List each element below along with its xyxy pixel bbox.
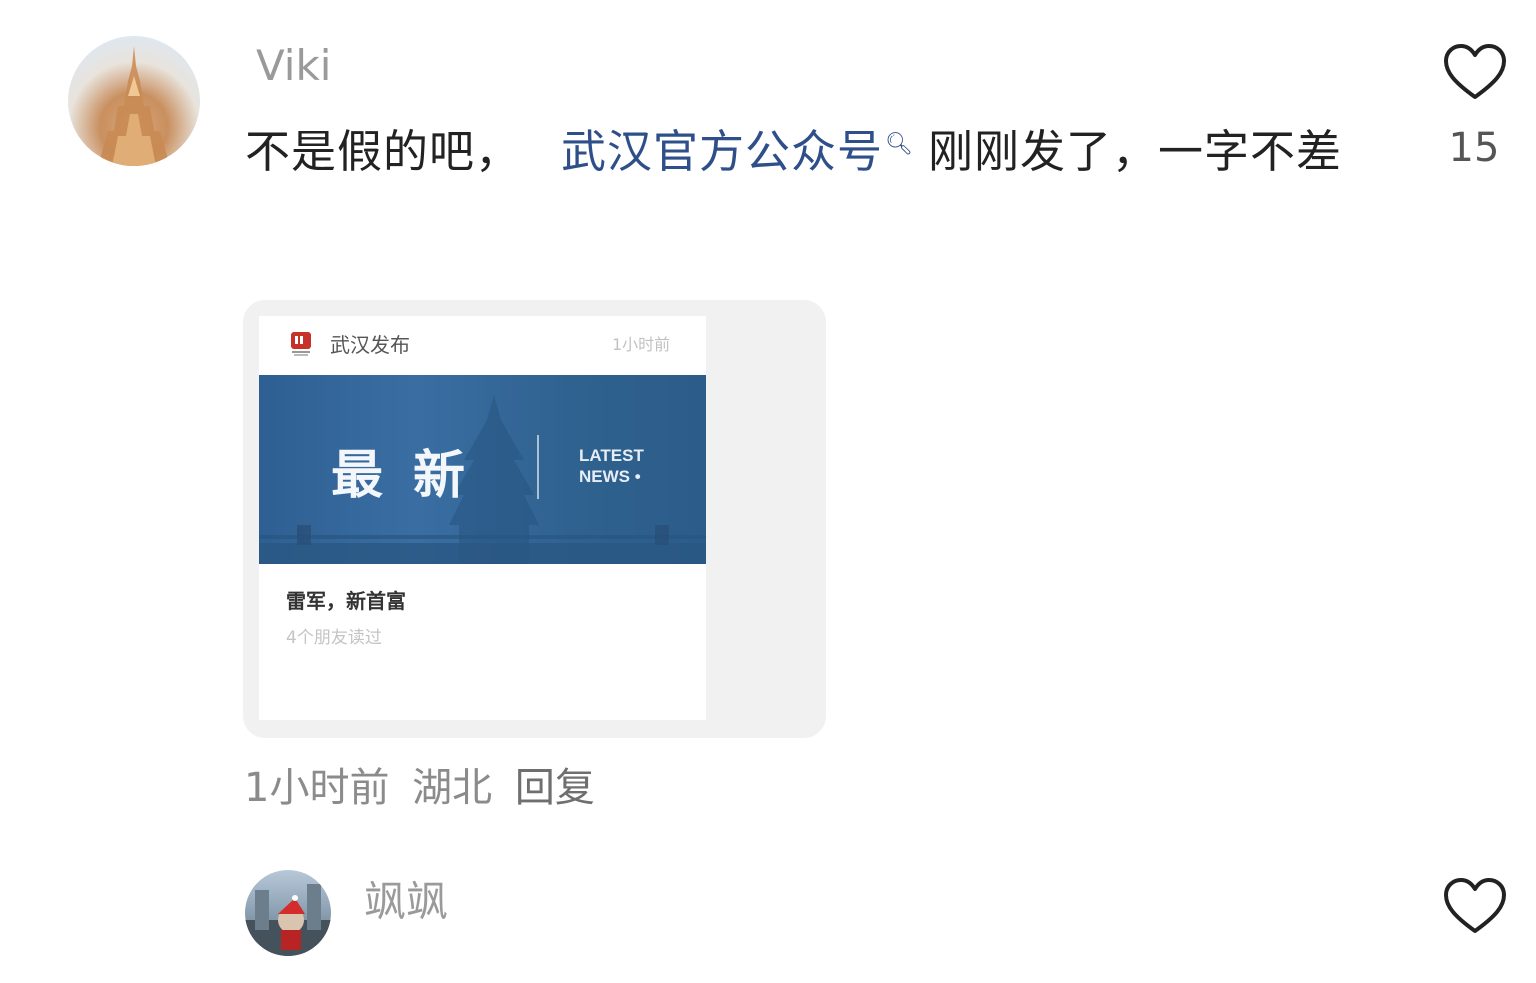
reply-button[interactable]: 回复 bbox=[515, 765, 595, 811]
avatar[interactable] bbox=[68, 36, 200, 166]
username[interactable]: 飒飒 bbox=[364, 878, 448, 926]
official-account-link[interactable]: 武汉官方公众号 bbox=[561, 125, 883, 178]
comment-location: 湖北 bbox=[412, 765, 493, 811]
castle-icon bbox=[98, 46, 170, 166]
like-button[interactable] bbox=[1442, 42, 1508, 106]
banner-title-cn: 最新 bbox=[331, 445, 496, 506]
like-count: 15 bbox=[1448, 125, 1500, 171]
comment-text-part: 不是假的吧， bbox=[245, 125, 522, 178]
banner-en-line: NEWS • bbox=[579, 467, 641, 486]
like-button[interactable] bbox=[1442, 876, 1508, 940]
comment-meta: 1小时前 湖北 回复 bbox=[244, 765, 595, 811]
card-time: 1小时前 bbox=[612, 335, 671, 354]
comment-time: 1小时前 bbox=[244, 765, 390, 811]
avatar[interactable] bbox=[245, 870, 331, 956]
heart-outline-icon[interactable] bbox=[1442, 876, 1508, 936]
comment-text-part: 刚刚发了，一字不差 bbox=[927, 125, 1342, 178]
publisher-logo-icon bbox=[290, 331, 312, 357]
search-icon[interactable]: 🔍︎ bbox=[885, 132, 914, 157]
user-avatar-icon bbox=[245, 884, 331, 956]
username[interactable]: Viki bbox=[256, 42, 331, 90]
card-source-name: 武汉发布 bbox=[330, 333, 410, 357]
comment-text: 不是假的吧， 武汉官方公众号🔍︎ 刚刚发了，一字不差 bbox=[245, 106, 1385, 191]
banner-en-line: LATEST bbox=[579, 446, 644, 465]
banner-title-en: LATEST NEWS • bbox=[579, 445, 644, 487]
article-banner-image: 最新 LATEST NEWS • bbox=[259, 375, 706, 564]
banner-divider bbox=[537, 435, 539, 499]
card-readers: 4个朋友读过 bbox=[286, 628, 382, 648]
card-headline[interactable]: 雷军，新首富 bbox=[286, 588, 406, 614]
heart-outline-icon[interactable] bbox=[1442, 42, 1508, 102]
